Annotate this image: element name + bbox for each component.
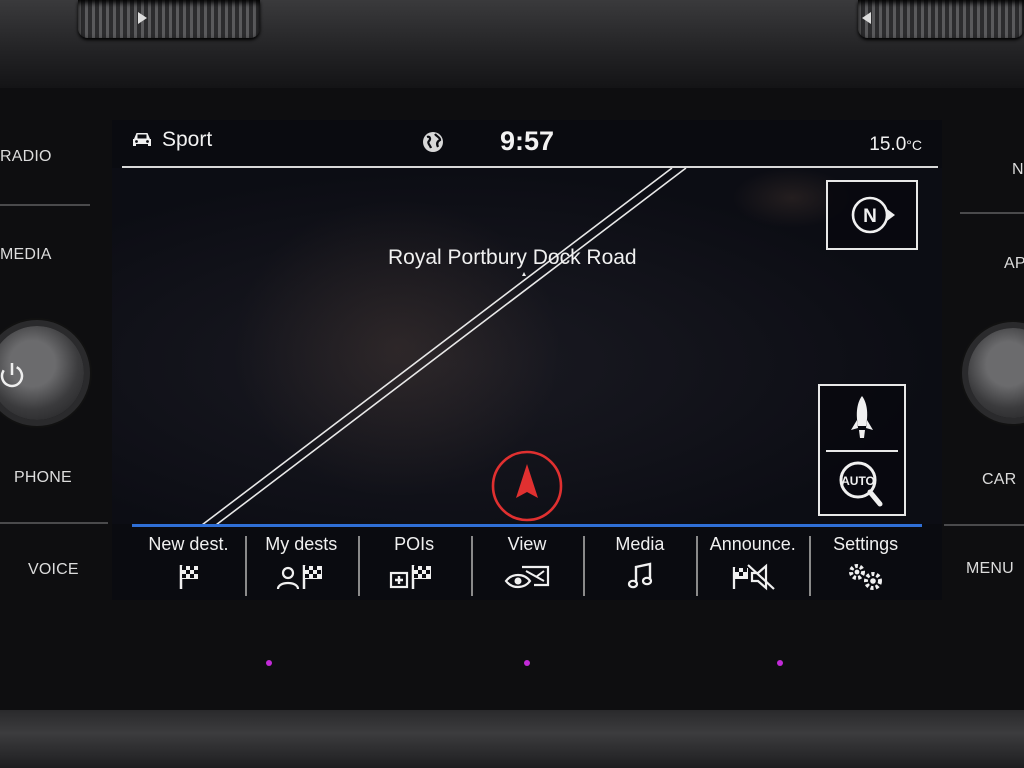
road-anchor-icon [522, 272, 526, 276]
compass-button[interactable]: N [826, 180, 918, 250]
power-icon [0, 363, 24, 388]
media-hard-button[interactable]: MEDIA [0, 246, 52, 264]
compass-letter: N [863, 206, 877, 227]
speaker-muted-flag-icon [732, 563, 775, 591]
menu-item-label: POIs [394, 534, 435, 554]
car-icon [133, 133, 151, 146]
menu-item-label: View [507, 534, 547, 554]
globe-icon [423, 132, 443, 152]
proximity-led [266, 660, 272, 666]
menu-item-label: Settings [833, 534, 899, 554]
app-hard-button[interactable]: AP [1004, 255, 1024, 273]
volume-knob-top[interactable] [78, 0, 260, 38]
driving-profile-label: Sport [162, 128, 213, 151]
auto-zoom-button[interactable]: AUTO [820, 452, 904, 514]
power-knob[interactable] [0, 326, 84, 420]
proximity-led [524, 660, 530, 666]
side-separator [944, 524, 1024, 526]
side-separator [0, 522, 108, 524]
nav-hard-button[interactable]: N [1012, 161, 1024, 179]
radio-hard-button[interactable]: RADIO [0, 148, 52, 166]
menu-hard-button[interactable]: MENU [966, 560, 1014, 578]
menu-view[interactable]: View [470, 528, 584, 600]
car-hard-button[interactable]: CAR [982, 471, 1016, 489]
poi-flag-icon [390, 565, 432, 589]
road-name-label: Royal Portbury Dock Road [388, 246, 637, 269]
temperature-value: 15.0 [869, 134, 907, 155]
tune-knob-top[interactable] [858, 0, 1024, 38]
vehicle-position-icon [491, 450, 563, 522]
menu-item-label: Announce. [709, 534, 796, 554]
menu-announcements[interactable]: Announce. [696, 528, 809, 600]
road-edge [201, 168, 673, 524]
map-view-icon [504, 565, 550, 589]
road-edge [215, 168, 687, 524]
gears-icon [848, 564, 882, 590]
menu-item-label: New dest. [148, 534, 229, 554]
menu-new-destination[interactable]: New dest. [132, 528, 245, 600]
menu-settings[interactable]: Settings [809, 528, 922, 600]
back-mark-icon [862, 12, 871, 24]
auto-zoom-label: AUTO [841, 474, 875, 488]
zoom-control-panel: AUTO [818, 384, 906, 516]
flag-icon [180, 565, 199, 589]
outside-temperature: 15.0°C [869, 134, 922, 156]
music-note-icon [627, 562, 652, 589]
voice-hard-button[interactable]: VOICE [28, 561, 79, 579]
menu-pois[interactable]: POIs [357, 528, 471, 600]
temperature-unit: °C [906, 137, 922, 153]
clock: 9:57 [500, 126, 555, 156]
status-bar: Sport 9:57 15.0°C [112, 120, 942, 166]
side-separator [0, 204, 90, 206]
rocket-zoom-icon [851, 396, 873, 438]
map-view[interactable]: Royal Portbury Dock Road N AUTO [112, 168, 942, 524]
phone-hard-button[interactable]: PHONE [14, 469, 72, 487]
menu-my-destinations[interactable]: My dests [244, 528, 358, 600]
dashboard-bottom-trim [0, 710, 1024, 768]
navigation-screen: Sport 9:57 15.0°C Royal Portbury Dock Ro… [112, 120, 942, 600]
person-flag-icon [277, 565, 323, 590]
zoom-mode-button[interactable] [820, 386, 904, 450]
driving-profile[interactable]: Sport [130, 128, 212, 152]
side-separator [960, 212, 1024, 214]
nav-menu-bar: New dest. My dests POIs View Media Annou… [132, 528, 922, 600]
menu-item-label: Media [615, 534, 665, 554]
menu-accent-line [132, 524, 922, 527]
menu-item-label: My dests [265, 534, 338, 554]
auto-zoom-icon: AUTO [839, 461, 883, 507]
menu-media[interactable]: Media [583, 528, 696, 600]
play-mark-icon [138, 12, 147, 24]
proximity-led [777, 660, 783, 666]
compass-north-icon: N [851, 196, 895, 234]
